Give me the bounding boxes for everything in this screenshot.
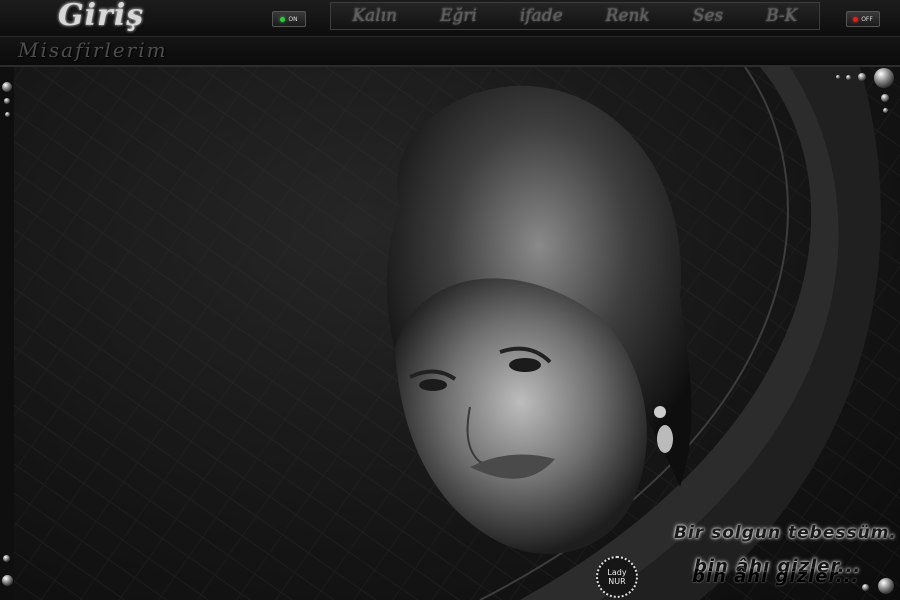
- pearl-icon: [881, 94, 889, 102]
- guestbook-link[interactable]: Misafirlerim: [18, 38, 168, 62]
- on-toggle-label: ON: [288, 15, 298, 23]
- artwork-stage: [0, 67, 900, 600]
- emoticon-button[interactable]: ifade: [516, 6, 567, 26]
- left-border: [0, 67, 14, 600]
- signature-line-1: Lady: [607, 568, 627, 577]
- italic-button[interactable]: Eğri: [436, 6, 481, 26]
- off-toggle[interactable]: OFF: [846, 11, 880, 27]
- pearl-icon: [878, 578, 894, 594]
- signature-badge: Lady NUR: [596, 556, 638, 598]
- pearl-icon: [858, 73, 866, 81]
- off-toggle-label: OFF: [861, 15, 873, 23]
- pearl-icon: [2, 575, 13, 586]
- pearl-icon: [5, 112, 10, 117]
- portrait-artwork: [386, 67, 881, 600]
- on-toggle[interactable]: ON: [272, 11, 306, 27]
- pearl-icon: [874, 68, 894, 88]
- pearl-icon: [883, 108, 888, 113]
- pearl-icon: [846, 75, 851, 80]
- pearl-icon: [862, 584, 869, 591]
- pearl-icon: [3, 555, 10, 562]
- poem-line-1: Bir solgun tebessüm.: [674, 523, 897, 543]
- formatting-toolbar: Kalın Eğri ifade Renk Ses B-K: [330, 2, 820, 30]
- red-led-icon: [853, 16, 859, 22]
- signature-line-2: NUR: [608, 577, 626, 586]
- color-button[interactable]: Renk: [602, 6, 654, 26]
- logo[interactable]: Giriş: [58, 0, 144, 33]
- pearl-icon: [836, 75, 840, 79]
- pearl-icon: [4, 98, 10, 104]
- bold-button[interactable]: Kalın: [348, 6, 401, 26]
- poem-line-2-shadow: bin âhı gizler...: [692, 566, 860, 587]
- sound-button[interactable]: Ses: [689, 6, 727, 26]
- bw-button[interactable]: B-K: [762, 6, 801, 26]
- green-led-icon: [280, 16, 286, 22]
- pearl-icon: [2, 82, 12, 92]
